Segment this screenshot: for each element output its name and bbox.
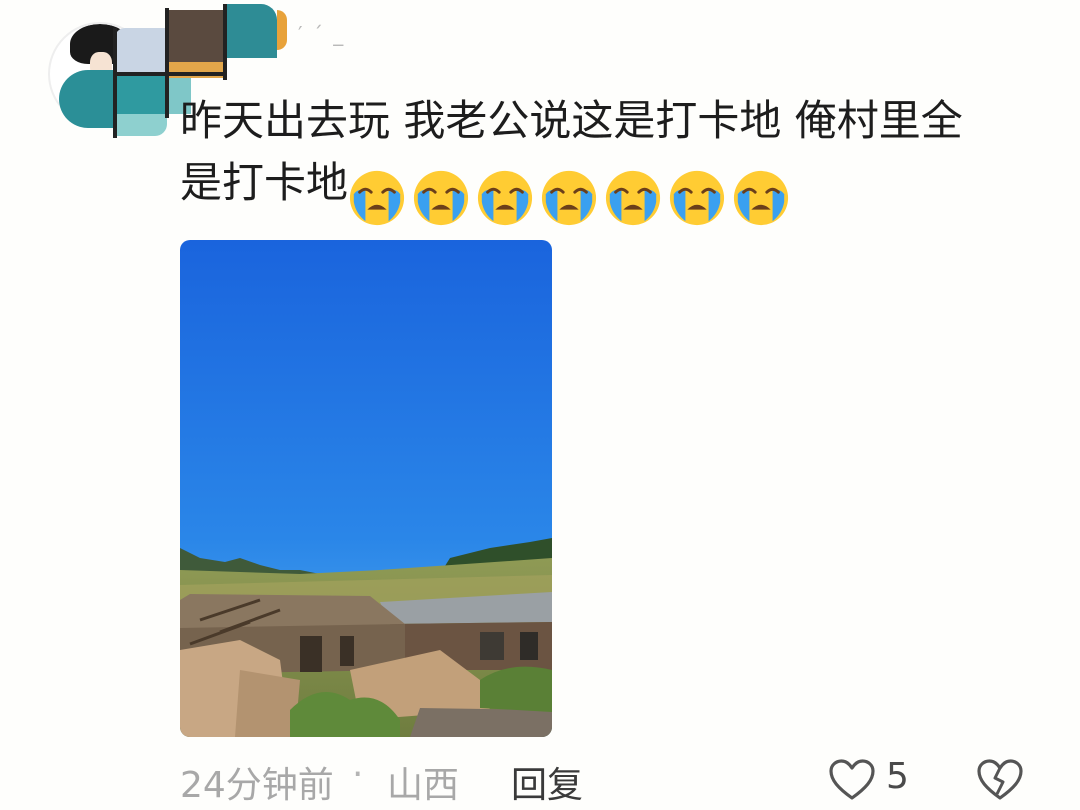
separator-dot: ·	[352, 754, 364, 795]
comment-photo[interactable]	[180, 240, 552, 737]
comment-line-1: 昨天出去玩 我老公说这是打卡地 俺村里全	[180, 96, 963, 145]
loudly-crying-face-icon	[541, 170, 597, 225]
loudly-crying-face-icon	[733, 170, 789, 225]
village-photo-image	[180, 240, 552, 737]
comment-card: ′ ˊ _ 昨天出去玩 我老公说这是打卡地 俺村里全 是打卡地 24分钟前 · …	[0, 0, 1080, 810]
broken-heart-outline-icon[interactable]	[976, 758, 1024, 802]
comment-line-2: 是打卡地	[180, 152, 1040, 227]
comment-text: 昨天出去玩 我老公说这是打卡地 俺村里全 是打卡地	[180, 90, 1040, 227]
loudly-crying-face-icon	[413, 170, 469, 225]
comment-footer: 24分钟前 · 山西 回复 5	[180, 754, 1040, 808]
comment-line-2-text: 是打卡地	[180, 158, 349, 207]
comment-location: 山西	[387, 765, 460, 806]
reply-button[interactable]: 回复	[511, 756, 583, 808]
loudly-crying-face-icon	[477, 170, 533, 225]
comment-time: 24分钟前	[180, 765, 334, 806]
username-fragment: ′ ˊ _	[298, 22, 346, 46]
loudly-crying-face-icon	[605, 170, 661, 225]
like-count: 5	[886, 756, 909, 797]
emoji-row	[348, 164, 796, 227]
loudly-crying-face-icon	[349, 170, 405, 225]
heart-outline-icon[interactable]	[828, 758, 876, 802]
loudly-crying-face-icon	[669, 170, 725, 225]
